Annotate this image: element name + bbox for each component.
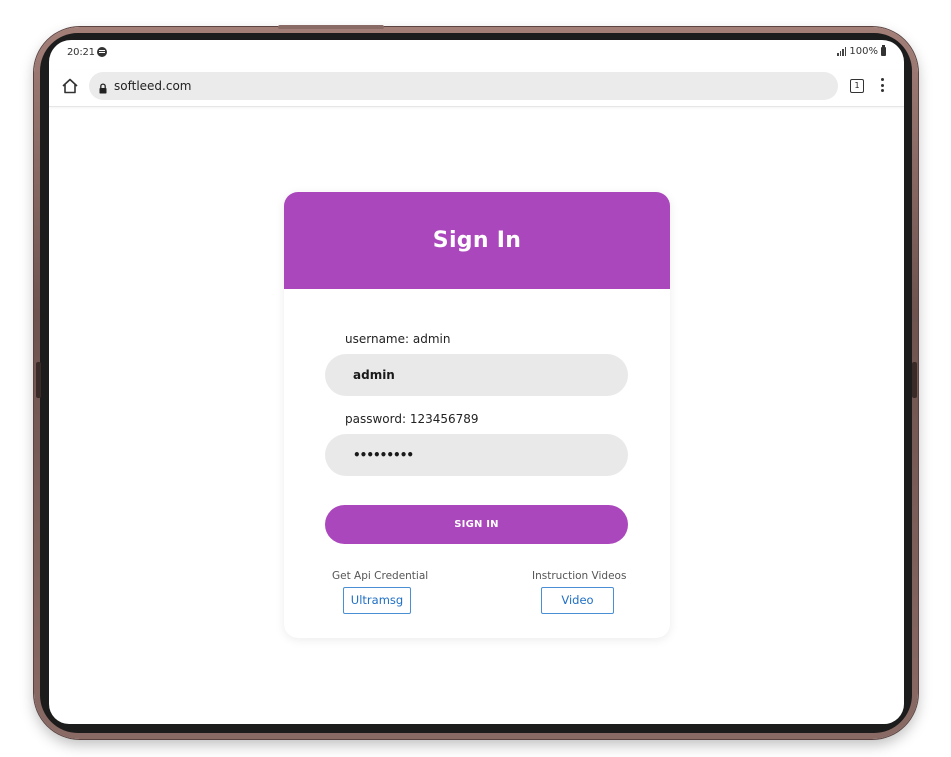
device-top-edge <box>278 25 384 29</box>
page-title: Sign In <box>432 228 522 253</box>
more-vert-icon[interactable] <box>877 78 887 94</box>
video-button[interactable]: Video <box>541 587 614 614</box>
login-card: Sign In username: admin admin password: … <box>284 192 670 638</box>
login-header: Sign In <box>284 192 670 289</box>
battery-icon <box>881 45 886 56</box>
battery-percent: 100% <box>849 46 878 57</box>
status-bar: 20:21 100% <box>49 40 904 66</box>
spotify-icon <box>97 47 107 57</box>
password-label: password: 123456789 <box>345 412 479 426</box>
api-credential-label: Get Api Credential <box>332 570 429 582</box>
device-screen: 20:21 100% softleed.com 1 Sign In userna… <box>49 40 904 724</box>
browser-toolbar: softleed.com 1 <box>49 70 904 107</box>
right-hinge <box>912 362 917 398</box>
password-field[interactable]: ••••••••• <box>325 434 628 476</box>
username-label: username: admin <box>345 332 451 346</box>
address-bar[interactable]: softleed.com <box>89 72 838 100</box>
sign-in-button[interactable]: SIGN IN <box>325 505 628 544</box>
tab-switcher-button[interactable]: 1 <box>850 79 864 93</box>
instruction-videos-label: Instruction Videos <box>532 570 627 582</box>
url-text: softleed.com <box>114 79 192 93</box>
home-icon[interactable] <box>61 77 79 95</box>
status-right: 100% <box>837 45 886 57</box>
username-field[interactable]: admin <box>325 354 628 396</box>
left-hinge <box>36 362 41 398</box>
status-time: 20:21 <box>67 47 95 58</box>
lock-icon <box>99 81 107 94</box>
ultramsg-button[interactable]: Ultramsg <box>343 587 411 614</box>
signal-icon <box>837 47 847 56</box>
